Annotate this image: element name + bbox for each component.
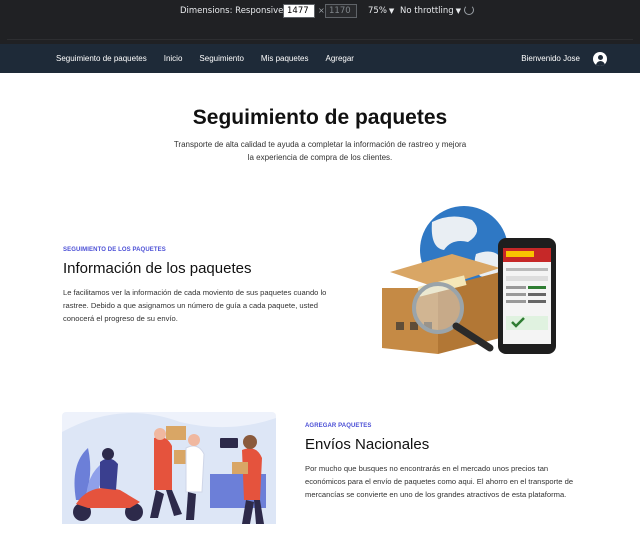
section2-eyebrow: AGREGAR PAQUETES [305, 423, 372, 429]
rotate-icon[interactable] [464, 5, 474, 15]
section1-text: Le facilitamos ver la información de cad… [63, 288, 327, 323]
devtools-ruler [0, 22, 640, 44]
section2-text: Por mucho que busques no encontrarás en … [305, 464, 574, 499]
section1-title: Información de los paquetes [63, 260, 252, 277]
nav-links: Seguimiento de paquetes Inicio Seguimien… [56, 44, 371, 73]
nav-link-seguimiento[interactable]: Seguimiento [199, 54, 243, 63]
zoom-dropdown[interactable]: 75% ▼ [368, 6, 394, 16]
caret-down-icon: ▼ [455, 7, 462, 15]
nav-link-agregar[interactable]: Agregar [326, 54, 354, 63]
user-circle-icon[interactable] [593, 52, 607, 66]
nav-brand[interactable]: Seguimiento de paquetes [56, 54, 147, 63]
dimensions-label: Dimensions: Responsive [180, 6, 284, 16]
avatar-head [597, 54, 603, 60]
times-separator: × [318, 6, 325, 15]
ruler-line [7, 26, 633, 40]
width-input[interactable]: 1477 [283, 4, 315, 18]
nav-link-inicio[interactable]: Inicio [164, 54, 183, 63]
caret-down-icon: ▼ [388, 7, 395, 15]
page-subtitle: Transporte de alta calidad te ayuda a co… [173, 140, 467, 162]
site-navbar: Seguimiento de paquetes Inicio Seguimien… [0, 44, 640, 73]
height-input[interactable]: 1170 [325, 4, 357, 18]
throttle-label: No throttling [400, 6, 454, 16]
page-title: Seguimiento de paquetes [192, 106, 448, 129]
devtools-toolbar: Dimensions: Responsive▼ 1477 × 1170 75%▼… [0, 0, 640, 22]
nav-link-mis-paquetes[interactable]: Mis paquetes [261, 54, 309, 63]
user-greeting[interactable]: Bienvenido Jose [521, 44, 580, 73]
delivery-illustration [62, 412, 276, 524]
throttle-dropdown[interactable]: No throttling ▼ [400, 6, 461, 16]
avatar-body [595, 60, 605, 66]
dimensions-dropdown[interactable]: Dimensions: Responsive▼ [180, 6, 291, 16]
package-tracking-illustration [382, 206, 556, 354]
section2-title: Envíos Nacionales [305, 436, 430, 453]
zoom-label: 75% [368, 6, 387, 16]
section1-eyebrow: SEGUIMIENTO DE LOS PAQUETES [63, 247, 166, 253]
